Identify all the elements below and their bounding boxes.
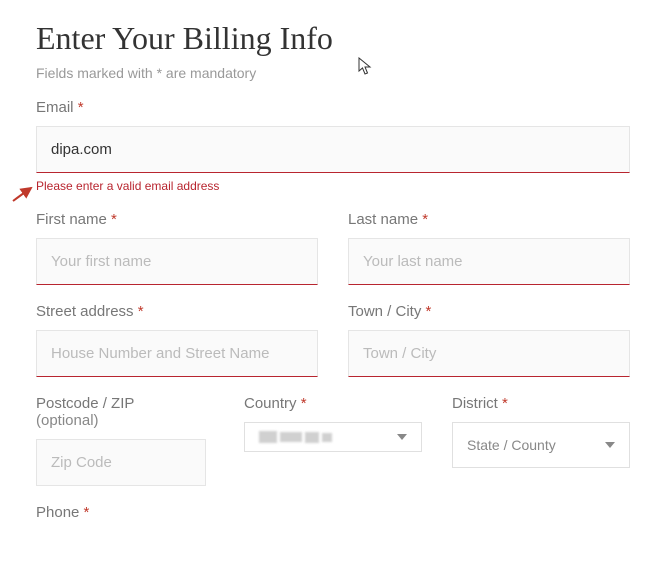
required-mark: * <box>111 211 117 228</box>
chevron-down-icon <box>397 434 407 440</box>
postcode-label-text: Postcode / ZIP <box>36 395 134 412</box>
country-select[interactable] <box>244 422 422 452</box>
district-label-text: District <box>452 395 498 412</box>
phone-label-text: Phone <box>36 504 79 521</box>
postcode-optional: (optional) <box>36 412 99 429</box>
street-label: Street address * <box>36 303 318 320</box>
email-label: Email * <box>36 99 630 116</box>
district-placeholder: State / County <box>467 437 556 453</box>
country-label: Country * <box>244 395 422 412</box>
postcode-label: Postcode / ZIP (optional) <box>36 395 214 429</box>
city-label-text: Town / City <box>348 303 421 320</box>
required-mark: * <box>502 395 508 412</box>
first-name-field[interactable] <box>36 238 318 285</box>
required-mark: * <box>301 395 307 412</box>
mandatory-note: Fields marked with * are mandatory <box>36 65 630 81</box>
last-name-label: Last name * <box>348 211 630 228</box>
city-field[interactable] <box>348 330 630 377</box>
street-label-text: Street address <box>36 303 134 320</box>
page-title: Enter Your Billing Info <box>36 20 630 57</box>
email-label-text: Email <box>36 99 74 116</box>
required-mark: * <box>426 303 432 320</box>
last-name-field[interactable] <box>348 238 630 285</box>
required-mark: * <box>78 99 84 116</box>
required-mark: * <box>422 211 428 228</box>
chevron-down-icon <box>605 442 615 448</box>
country-value-redacted <box>259 431 332 443</box>
required-mark: * <box>138 303 144 320</box>
country-label-text: Country <box>244 395 297 412</box>
annotation-arrow-icon <box>11 183 39 203</box>
district-select[interactable]: State / County <box>452 422 630 468</box>
email-error: Please enter a valid email address <box>36 179 630 193</box>
last-name-label-text: Last name <box>348 211 418 228</box>
city-label: Town / City * <box>348 303 630 320</box>
postcode-field[interactable] <box>36 439 206 486</box>
first-name-label: First name * <box>36 211 318 228</box>
street-field[interactable] <box>36 330 318 377</box>
first-name-label-text: First name <box>36 211 107 228</box>
district-label: District * <box>452 395 630 412</box>
email-field[interactable] <box>36 126 630 173</box>
required-mark: * <box>84 504 90 521</box>
phone-label: Phone * <box>36 504 630 521</box>
